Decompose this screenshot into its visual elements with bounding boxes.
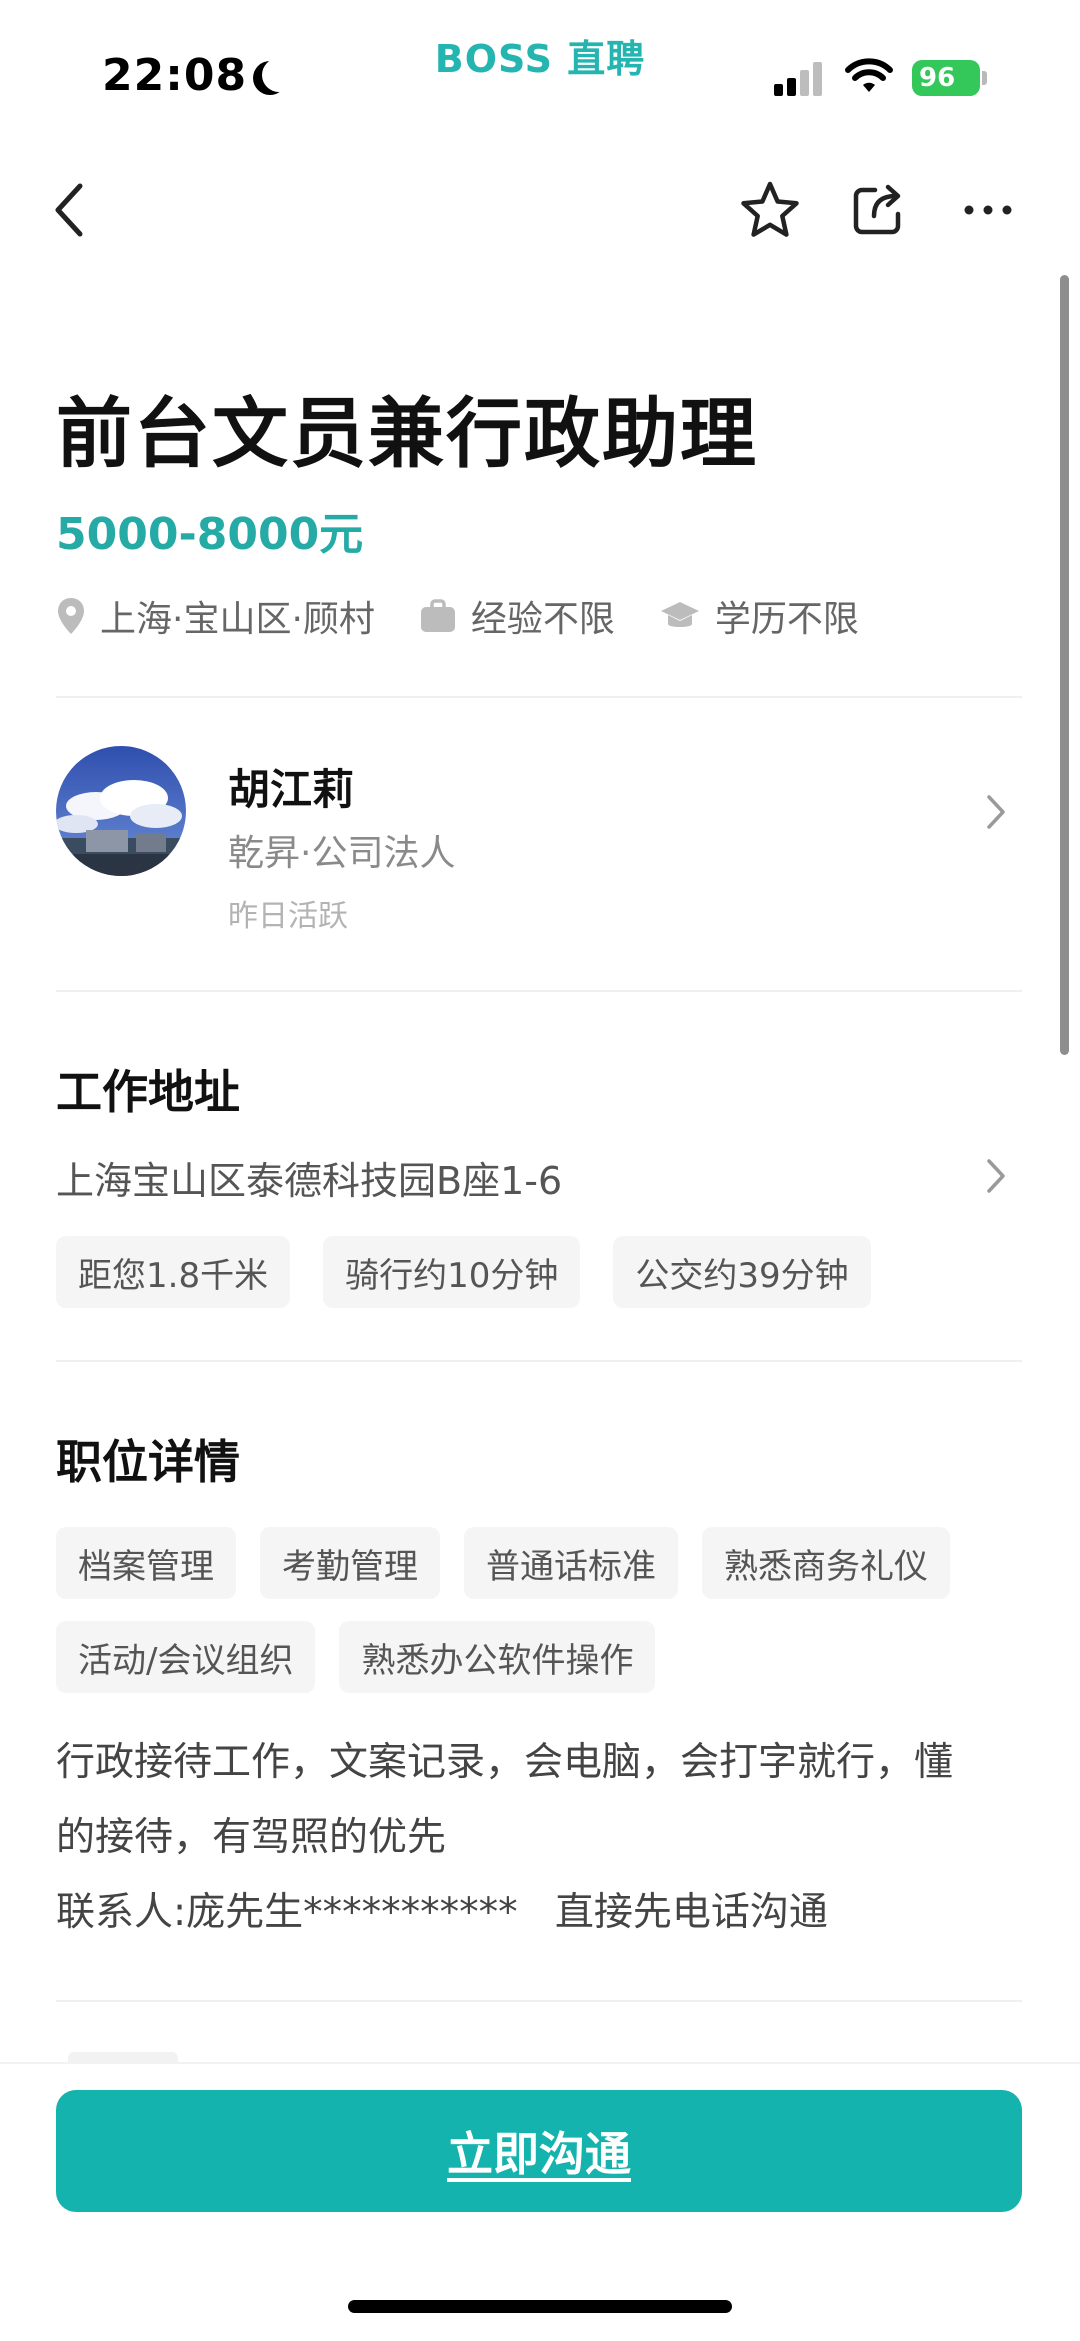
- recruiter-card[interactable]: 胡江莉 乾昇·公司法人 昨日活跃: [56, 746, 1022, 936]
- description-line: 的接待，有驾照的优先: [56, 1815, 447, 1860]
- salary: 5000-8000元: [56, 509, 364, 560]
- battery-tip: [982, 71, 987, 85]
- recruiter-name: 胡江莉: [228, 765, 355, 814]
- job-details-heading: 职位详情: [56, 1435, 240, 1489]
- location-pin-icon: [58, 598, 84, 634]
- work-address-text[interactable]: 上海宝山区泰德科技园B座1-6: [56, 1150, 562, 1205]
- more-button[interactable]: [948, 170, 1028, 250]
- chevron-right-icon: [976, 782, 1016, 842]
- wifi-icon: [845, 58, 893, 92]
- description-line: 行政接待工作，文案记录，会电脑，会打字就行，懂: [56, 1740, 954, 1785]
- job-description: 行政接待工作，文案记录，会电脑，会打字就行，懂 的接待，有驾照的优先 联系人:庞…: [56, 1725, 1022, 1950]
- meta-location: 上海·宝山区·顾村: [56, 590, 375, 642]
- divider: [56, 2000, 1022, 2002]
- skill-tag: 考勤管理: [260, 1527, 440, 1599]
- nav-bar: [0, 160, 1080, 260]
- skill-tags-row: 档案管理 考勤管理 普通话标准 熟悉商务礼仪: [56, 1527, 950, 1599]
- back-button[interactable]: [30, 170, 110, 250]
- briefcase-icon: [420, 599, 455, 632]
- recruiter-role: 乾昇·公司法人: [228, 833, 456, 874]
- back-arrow-icon: [55, 183, 83, 237]
- job-title: 前台文员兼行政助理: [56, 389, 758, 478]
- cellular-signal-icon: [774, 62, 824, 96]
- scrollbar[interactable]: [1060, 275, 1069, 1055]
- commute-tags: 距您1.8千米 骑行约10分钟 公交约39分钟: [56, 1236, 904, 1308]
- education-text: 学历不限: [714, 599, 859, 640]
- skill-tag: 普通话标准: [464, 1527, 678, 1599]
- commute-tag: 公交约39分钟: [613, 1236, 871, 1308]
- skill-tag: 档案管理: [56, 1527, 236, 1599]
- share-icon: [853, 184, 901, 235]
- divider: [56, 696, 1022, 698]
- divider: [56, 990, 1022, 992]
- experience-text: 经验不限: [470, 599, 615, 640]
- skill-tag: 活动/会议组织: [56, 1621, 316, 1693]
- location-text: 上海·宝山区·顾村: [100, 599, 375, 640]
- skill-tags-row: 活动/会议组织 熟悉办公软件操作: [56, 1621, 688, 1693]
- recruiter-active-status: 昨日活跃: [228, 899, 348, 934]
- home-indicator[interactable]: [348, 2300, 732, 2313]
- meta-education: 学历不限: [659, 590, 859, 642]
- job-meta-row: 上海·宝山区·顾村 经验不限 学历不限: [56, 588, 903, 644]
- meta-experience: 经验不限: [419, 590, 615, 642]
- share-button[interactable]: [838, 170, 918, 250]
- commute-tag: 距您1.8千米: [56, 1236, 291, 1308]
- description-line: 联系人:庞先生*********** 直接先电话沟通: [56, 1890, 828, 1935]
- more-dots-icon: [964, 205, 1012, 215]
- skill-tag: 熟悉商务礼仪: [702, 1527, 950, 1599]
- favorite-button[interactable]: [730, 170, 810, 250]
- status-bar: 22:08 BOSS 直聘 96: [0, 0, 1080, 140]
- chevron-right-icon[interactable]: [976, 1146, 1016, 1206]
- work-address-heading: 工作地址: [56, 1065, 240, 1119]
- commute-tag: 骑行约10分钟: [323, 1236, 581, 1308]
- star-icon: [741, 181, 799, 237]
- battery-level: 96: [919, 63, 956, 93]
- battery-icon: 96: [912, 60, 980, 96]
- chat-now-button[interactable]: 立即沟通: [56, 2090, 1022, 2212]
- divider: [56, 1360, 1022, 1362]
- avatar-image: [56, 746, 186, 876]
- graduation-cap-icon: [660, 602, 699, 627]
- avatar[interactable]: [56, 746, 186, 876]
- skill-tag: 熟悉办公软件操作: [339, 1621, 656, 1693]
